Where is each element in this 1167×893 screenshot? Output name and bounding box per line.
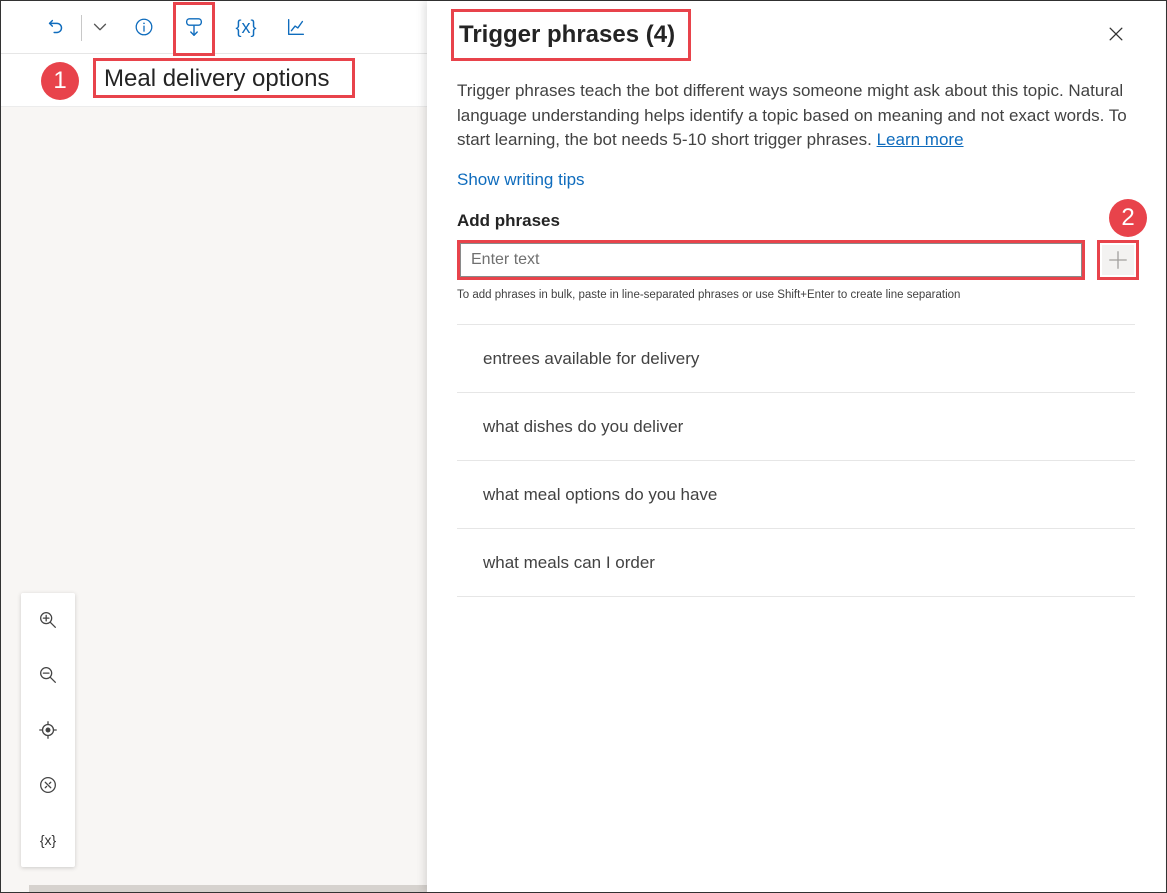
topic-title[interactable]: Meal delivery options xyxy=(93,58,355,98)
canvas-scrollbar[interactable] xyxy=(29,885,427,892)
panel-title: Trigger phrases (4) xyxy=(459,21,676,48)
trigger-phrases-panel: Trigger phrases (4) Trigger phrases teac… xyxy=(427,1,1165,892)
trigger-icon-highlight xyxy=(173,2,215,56)
phrase-item[interactable]: what meals can I order xyxy=(457,529,1135,597)
variables-icon: {x} xyxy=(235,16,257,37)
compass-icon[interactable] xyxy=(33,770,63,800)
recenter-icon[interactable] xyxy=(33,715,63,745)
add-button-highlight xyxy=(1097,240,1139,280)
add-phrase-button[interactable] xyxy=(1102,245,1134,275)
toolbar-divider xyxy=(81,15,82,41)
description-text: Trigger phrases teach the bot different … xyxy=(457,81,1127,149)
panel-description: Trigger phrases teach the bot different … xyxy=(457,79,1143,153)
zoom-variables-button[interactable]: {x} xyxy=(33,825,63,855)
info-icon[interactable] xyxy=(129,11,159,43)
zoom-out-icon[interactable] xyxy=(33,660,63,690)
chevron-down-icon[interactable] xyxy=(85,11,115,43)
plus-icon xyxy=(1109,251,1127,269)
phrase-input[interactable] xyxy=(460,243,1082,277)
phrase-item[interactable]: entrees available for delivery xyxy=(457,325,1135,393)
topic-canvas[interactable]: {x} Meal delivery options {x} xyxy=(1,1,427,892)
close-icon[interactable] xyxy=(1103,21,1129,47)
variables-icon: {x} xyxy=(39,832,57,848)
undo-icon[interactable] xyxy=(41,11,71,43)
variables-button[interactable]: {x} xyxy=(229,11,263,43)
chart-icon[interactable] xyxy=(281,11,311,43)
callout-badge-1: 1 xyxy=(41,62,79,100)
show-writing-tips-link[interactable]: Show writing tips xyxy=(457,170,585,190)
phrase-item[interactable]: what dishes do you deliver xyxy=(457,393,1135,461)
phrase-list: entrees available for delivery what dish… xyxy=(457,324,1135,597)
zoom-in-icon[interactable] xyxy=(33,605,63,635)
panel-title-highlight: Trigger phrases (4) xyxy=(451,9,691,61)
phrase-item[interactable]: what meal options do you have xyxy=(457,461,1135,529)
bulk-add-hint: To add phrases in bulk, paste in line-se… xyxy=(457,289,961,301)
learn-more-link[interactable]: Learn more xyxy=(877,130,964,149)
zoom-controls: {x} xyxy=(21,593,75,867)
phrase-input-highlight xyxy=(457,240,1085,280)
add-phrases-label: Add phrases xyxy=(457,211,560,230)
callout-badge-2: 2 xyxy=(1109,199,1147,237)
